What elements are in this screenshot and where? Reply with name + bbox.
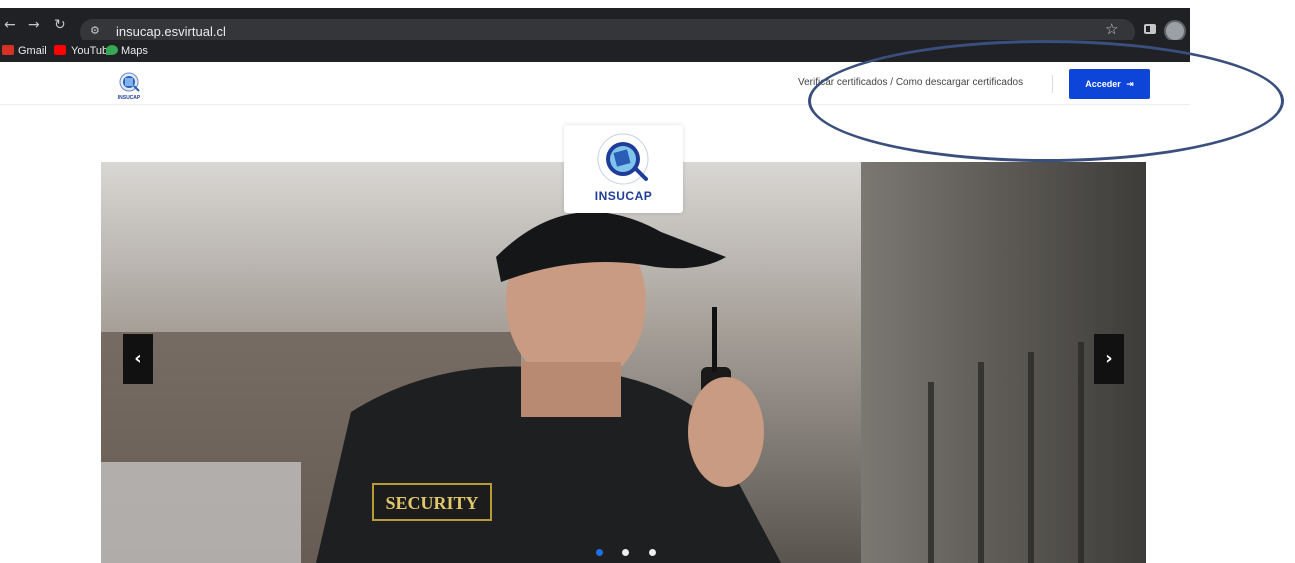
bookmarks-bar: Gmail YouTube Maps (0, 40, 1190, 62)
url-text: insucap.esvirtual.cl (116, 24, 226, 39)
slider-prev-button[interactable]: ‹ (123, 334, 153, 384)
site-header: INSUCAP Verificar certificados / Como de… (0, 62, 1190, 105)
back-icon[interactable]: ← (4, 16, 16, 34)
center-logo-card: INSUCAP (564, 125, 683, 213)
forward-icon[interactable]: → (28, 16, 40, 34)
hero-slider: SECURITY ‹ › (101, 162, 1146, 563)
browser-toolbar: ← → ↻ ⚙ insucap.esvirtual.cl ☆ (0, 8, 1190, 45)
side-panel-icon[interactable] (1144, 24, 1156, 34)
security-badge-text: SECURITY (385, 493, 478, 513)
window-top-edge (0, 0, 1190, 8)
login-icon: ⇥ (1126, 80, 1134, 90)
login-button[interactable]: Acceder ⇥ (1069, 69, 1150, 99)
nav-certificates-link[interactable]: Verificar certificados / Como descargar … (798, 77, 1023, 89)
profile-avatar[interactable] (1164, 20, 1186, 42)
slider-dot-1[interactable] (596, 549, 603, 556)
bookmark-star-icon[interactable]: ☆ (1105, 20, 1118, 38)
slider-next-button[interactable]: › (1094, 334, 1124, 384)
insucap-emblem (597, 133, 649, 185)
maps-icon (106, 45, 118, 55)
slider-dot-3[interactable] (648, 549, 656, 556)
hero-image: SECURITY (101, 162, 1146, 563)
site-logo[interactable]: INSUCAP (112, 71, 146, 101)
login-button-label: Acceder (1085, 79, 1121, 89)
browser-chrome: ← → ↻ ⚙ insucap.esvirtual.cl ☆ Gmail You… (0, 0, 1190, 62)
slider-pagination (596, 543, 671, 556)
nav-divider (1052, 75, 1053, 93)
youtube-icon (54, 45, 66, 55)
bookmark-gmail[interactable]: Gmail (18, 44, 47, 58)
bookmark-maps[interactable]: Maps (121, 44, 148, 58)
center-logo-brand: INSUCAP (594, 189, 653, 203)
gmail-icon (2, 45, 14, 55)
site-logo-text: INSUCAP (118, 95, 141, 101)
reload-icon[interactable]: ↻ (54, 16, 66, 34)
site-info-icon[interactable]: ⚙ (90, 23, 106, 39)
